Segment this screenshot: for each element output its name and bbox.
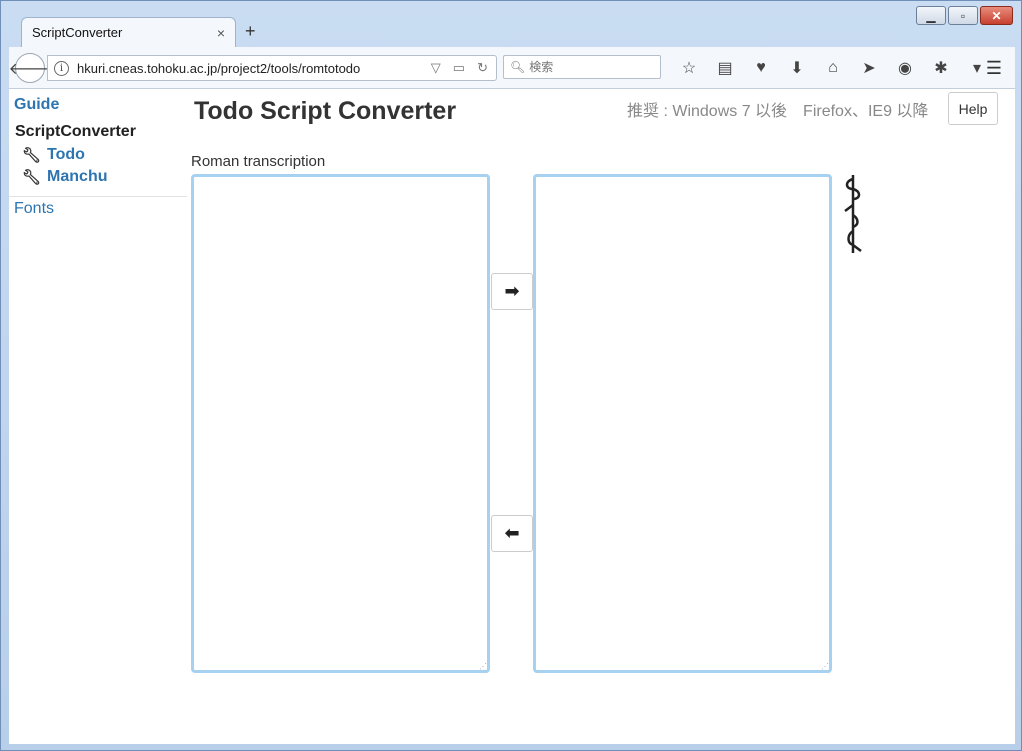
- sidebar-section-title: ScriptConverter: [15, 123, 136, 140]
- roman-input[interactable]: [191, 174, 490, 673]
- bookmarks-list-icon[interactable]: ▤: [707, 56, 743, 80]
- maximize-button[interactable]: ▫: [948, 6, 978, 25]
- recommend-browser: Firefox、IE9 以降: [803, 103, 929, 120]
- search-input[interactable]: [529, 60, 650, 74]
- convert-to-roman-button[interactable]: ⬅: [491, 515, 533, 552]
- sidebar-item-label: Manchu: [47, 168, 108, 185]
- window-controls: ▁ ▫ ✕: [916, 6, 1013, 25]
- reload-icon[interactable]: ↻: [477, 60, 488, 76]
- back-button[interactable]: 🡐: [9, 53, 51, 83]
- sidebar-item-guide[interactable]: Guide: [14, 96, 59, 114]
- roman-transcription-label: Roman transcription: [191, 153, 326, 170]
- search-icon: 🔍︎: [510, 60, 526, 74]
- tab-close-icon[interactable]: ×: [217, 25, 225, 41]
- bookmark-star-icon[interactable]: ☆: [671, 56, 707, 80]
- browser-window: ▁ ▫ ✕ ScriptConverter × + 🡐 i hkuri.cnea…: [0, 0, 1022, 751]
- site-info-icon[interactable]: i: [54, 60, 69, 76]
- resize-grip-icon[interactable]: ⋰: [479, 663, 487, 671]
- download-icon[interactable]: ⬇: [779, 56, 815, 80]
- wrench-icon: 🔧︎: [22, 147, 42, 164]
- back-arrow-icon: 🡐: [8, 60, 52, 78]
- resize-grip-icon[interactable]: ⋰: [821, 663, 829, 671]
- url-text[interactable]: hkuri.cneas.tohoku.ac.jp/project2/tools/…: [77, 61, 431, 76]
- search-bar[interactable]: 🔍︎: [503, 55, 661, 79]
- sidebar-item-manchu[interactable]: 🔧︎ Manchu: [22, 168, 108, 186]
- sidebar-item-fonts[interactable]: Fonts: [14, 200, 54, 218]
- sidebar-divider: [9, 196, 187, 197]
- reader-view-icon[interactable]: ▭: [453, 60, 465, 76]
- url-bar[interactable]: i hkuri.cneas.tohoku.ac.jp/project2/tool…: [47, 55, 497, 81]
- wrench-icon: 🔧︎: [22, 169, 42, 186]
- home-icon[interactable]: ⌂: [815, 56, 851, 80]
- close-icon: ✕: [991, 8, 1002, 23]
- sidebar-item-label: Todo: [47, 146, 85, 163]
- page-title: Todo Script Converter: [194, 97, 457, 125]
- sidebar-item-todo[interactable]: 🔧︎ Todo: [22, 146, 85, 164]
- dropdown-icon[interactable]: ▽: [431, 60, 441, 76]
- sync-icon[interactable]: ◉: [887, 56, 923, 80]
- url-actions: ▽ ▭ ↻: [431, 60, 496, 76]
- pocket-icon[interactable]: ♥: [743, 56, 779, 80]
- extension-icon[interactable]: ✱: [923, 56, 959, 80]
- send-icon[interactable]: ➤: [851, 56, 887, 80]
- navigation-toolbar: 🡐 i hkuri.cneas.tohoku.ac.jp/project2/to…: [9, 47, 1015, 89]
- hamburger-menu-icon[interactable]: ☰: [981, 56, 1007, 80]
- maximize-icon: ▫: [960, 8, 966, 23]
- convert-to-script-button[interactable]: ➡: [491, 273, 533, 310]
- recommend-os: 推奨 : Windows 7 以後: [627, 103, 788, 120]
- tab-title: ScriptConverter: [32, 25, 123, 40]
- page-content: Guide ScriptConverter 🔧︎ Todo 🔧︎ Manchu …: [9, 89, 1015, 744]
- script-output[interactable]: [533, 174, 832, 673]
- toolbar-icons: ☆ ▤ ♥ ⬇ ⌂ ➤ ◉ ✱ ▾: [671, 56, 995, 80]
- recommendation-text: 推奨 : Windows 7 以後 Firefox、IE9 以降: [627, 97, 928, 121]
- new-tab-button[interactable]: +: [245, 21, 256, 42]
- todo-script-sample: [844, 175, 862, 253]
- close-window-button[interactable]: ✕: [980, 6, 1013, 25]
- browser-tab[interactable]: ScriptConverter ×: [21, 17, 236, 47]
- help-button[interactable]: Help: [948, 92, 998, 125]
- minimize-icon: ▁: [926, 8, 936, 23]
- minimize-button[interactable]: ▁: [916, 6, 946, 25]
